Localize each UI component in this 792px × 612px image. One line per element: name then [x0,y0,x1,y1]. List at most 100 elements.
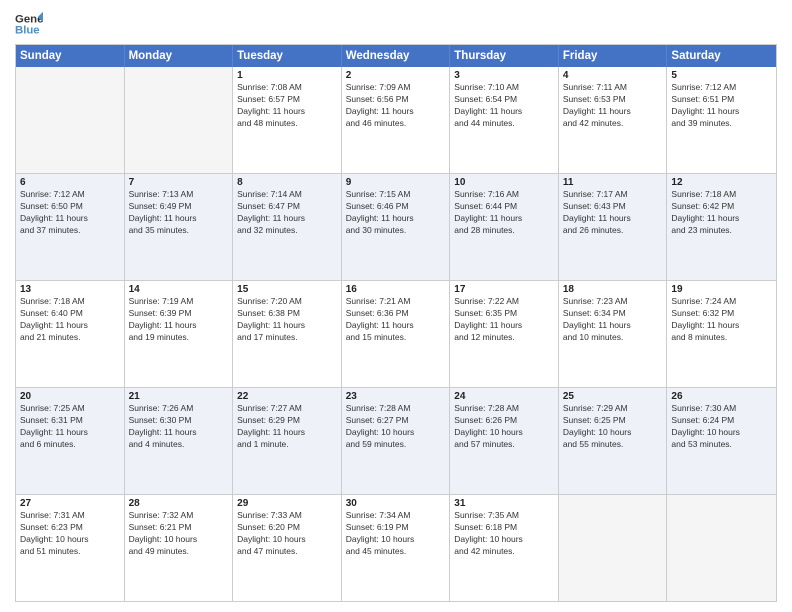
cell-line: Sunrise: 7:24 AM [671,296,772,308]
cell-line: Sunrise: 7:19 AM [129,296,229,308]
day-cell-15: 15Sunrise: 7:20 AMSunset: 6:38 PMDayligh… [233,281,342,387]
cell-line: and 47 minutes. [237,546,337,558]
day-number: 3 [454,70,554,81]
cell-line: Daylight: 11 hours [671,106,772,118]
cell-line: Daylight: 10 hours [237,534,337,546]
cell-line: and 1 minute. [237,439,337,451]
day-cell-31: 31Sunrise: 7:35 AMSunset: 6:18 PMDayligh… [450,495,559,601]
cell-line: and 39 minutes. [671,118,772,130]
day-cell-4: 4Sunrise: 7:11 AMSunset: 6:53 PMDaylight… [559,67,668,173]
day-number: 29 [237,498,337,509]
cell-line: and 12 minutes. [454,332,554,344]
cell-line: and 57 minutes. [454,439,554,451]
day-number: 31 [454,498,554,509]
day-number: 18 [563,284,663,295]
day-number: 28 [129,498,229,509]
day-cell-9: 9Sunrise: 7:15 AMSunset: 6:46 PMDaylight… [342,174,451,280]
empty-cell-0-0 [16,67,125,173]
day-number: 11 [563,177,663,188]
day-cell-20: 20Sunrise: 7:25 AMSunset: 6:31 PMDayligh… [16,388,125,494]
day-number: 10 [454,177,554,188]
cell-line: Sunset: 6:38 PM [237,308,337,320]
cell-line: Sunrise: 7:11 AM [563,82,663,94]
cell-line: Sunset: 6:31 PM [20,415,120,427]
cell-line: Sunset: 6:49 PM [129,201,229,213]
calendar-header: SundayMondayTuesdayWednesdayThursdayFrid… [16,45,776,67]
cell-line: Daylight: 11 hours [346,320,446,332]
day-number: 15 [237,284,337,295]
day-number: 23 [346,391,446,402]
cell-line: Sunrise: 7:10 AM [454,82,554,94]
cell-line: Sunrise: 7:28 AM [454,403,554,415]
cell-line: Sunset: 6:20 PM [237,522,337,534]
cell-line: Sunrise: 7:16 AM [454,189,554,201]
cell-line: Sunrise: 7:28 AM [346,403,446,415]
cell-line: and 30 minutes. [346,225,446,237]
day-number: 22 [237,391,337,402]
empty-cell-4-5 [559,495,668,601]
day-cell-24: 24Sunrise: 7:28 AMSunset: 6:26 PMDayligh… [450,388,559,494]
day-cell-18: 18Sunrise: 7:23 AMSunset: 6:34 PMDayligh… [559,281,668,387]
cell-line: and 48 minutes. [237,118,337,130]
cell-line: Sunset: 6:42 PM [671,201,772,213]
cell-line: Daylight: 11 hours [237,320,337,332]
cell-line: and 23 minutes. [671,225,772,237]
cell-line: Daylight: 11 hours [237,213,337,225]
cell-line: Sunrise: 7:12 AM [671,82,772,94]
day-number: 1 [237,70,337,81]
cell-line: and 4 minutes. [129,439,229,451]
cell-line: Daylight: 10 hours [129,534,229,546]
cell-line: Daylight: 11 hours [563,213,663,225]
day-number: 20 [20,391,120,402]
cell-line: Daylight: 11 hours [237,106,337,118]
day-cell-27: 27Sunrise: 7:31 AMSunset: 6:23 PMDayligh… [16,495,125,601]
cell-line: and 8 minutes. [671,332,772,344]
cell-line: Daylight: 10 hours [20,534,120,546]
day-cell-30: 30Sunrise: 7:34 AMSunset: 6:19 PMDayligh… [342,495,451,601]
cell-line: Sunrise: 7:18 AM [20,296,120,308]
cell-line: Sunset: 6:46 PM [346,201,446,213]
header: General Blue [15,10,777,38]
day-number: 24 [454,391,554,402]
header-day-sunday: Sunday [16,45,125,67]
cell-line: and 15 minutes. [346,332,446,344]
cell-line: and 32 minutes. [237,225,337,237]
cell-line: and 21 minutes. [20,332,120,344]
header-day-friday: Friday [559,45,668,67]
cell-line: Sunrise: 7:23 AM [563,296,663,308]
cell-line: Daylight: 11 hours [563,320,663,332]
day-number: 2 [346,70,446,81]
calendar-row-2: 13Sunrise: 7:18 AMSunset: 6:40 PMDayligh… [16,281,776,388]
cell-line: Sunset: 6:30 PM [129,415,229,427]
cell-line: Sunset: 6:18 PM [454,522,554,534]
cell-line: and 45 minutes. [346,546,446,558]
empty-cell-4-6 [667,495,776,601]
day-number: 5 [671,70,772,81]
cell-line: and 49 minutes. [129,546,229,558]
day-cell-25: 25Sunrise: 7:29 AMSunset: 6:25 PMDayligh… [559,388,668,494]
cell-line: and 10 minutes. [563,332,663,344]
cell-line: Sunset: 6:35 PM [454,308,554,320]
calendar-row-4: 27Sunrise: 7:31 AMSunset: 6:23 PMDayligh… [16,495,776,601]
cell-line: Sunrise: 7:12 AM [20,189,120,201]
cell-line: Sunrise: 7:13 AM [129,189,229,201]
cell-line: Sunrise: 7:08 AM [237,82,337,94]
cell-line: Daylight: 11 hours [20,320,120,332]
cell-line: Sunset: 6:44 PM [454,201,554,213]
cell-line: Daylight: 11 hours [346,213,446,225]
day-number: 19 [671,284,772,295]
day-cell-2: 2Sunrise: 7:09 AMSunset: 6:56 PMDaylight… [342,67,451,173]
day-number: 12 [671,177,772,188]
cell-line: Sunset: 6:47 PM [237,201,337,213]
cell-line: and 44 minutes. [454,118,554,130]
cell-line: and 46 minutes. [346,118,446,130]
logo: General Blue [15,10,43,38]
day-cell-11: 11Sunrise: 7:17 AMSunset: 6:43 PMDayligh… [559,174,668,280]
cell-line: and 6 minutes. [20,439,120,451]
day-number: 7 [129,177,229,188]
cell-line: Sunset: 6:27 PM [346,415,446,427]
day-cell-17: 17Sunrise: 7:22 AMSunset: 6:35 PMDayligh… [450,281,559,387]
cell-line: Sunset: 6:54 PM [454,94,554,106]
day-cell-16: 16Sunrise: 7:21 AMSunset: 6:36 PMDayligh… [342,281,451,387]
cell-line: Sunrise: 7:09 AM [346,82,446,94]
